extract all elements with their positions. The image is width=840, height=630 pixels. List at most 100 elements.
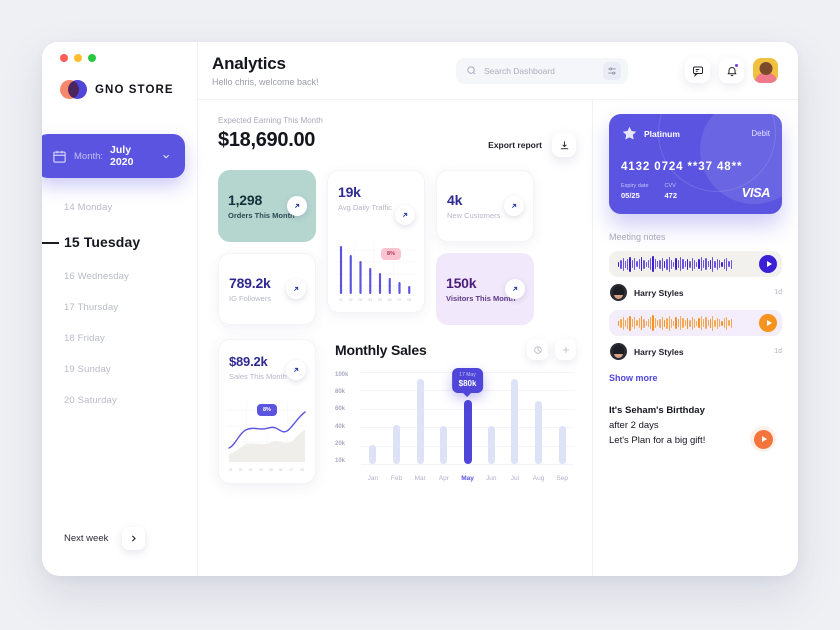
svg-text:08: 08 — [300, 468, 304, 472]
waveform-bar — [702, 319, 705, 327]
waveform[interactable] — [618, 256, 753, 272]
stat-card-followers[interactable]: 789.2k IG Followers — [218, 253, 316, 325]
waveform-bar — [657, 320, 659, 326]
show-more-link[interactable]: Show more — [609, 373, 782, 383]
svg-text:03: 03 — [249, 468, 253, 472]
waveform-bar — [707, 261, 709, 267]
traffic-badge: 8% — [381, 248, 401, 260]
waveform-bar — [696, 320, 698, 326]
stat-card-visitors[interactable]: 150k Visitors This Month — [436, 253, 534, 325]
waveform-bar — [654, 318, 657, 328]
sales-open-button[interactable] — [286, 360, 306, 380]
credit-card[interactable]: Platinum Debit 4132 0724 **37 48** Expir… — [609, 114, 782, 214]
bar-jun[interactable] — [487, 426, 495, 464]
user-avatar[interactable] — [753, 58, 778, 83]
sidebar-day-17[interactable]: 17 Thursday — [64, 292, 197, 323]
waveform-bar — [618, 320, 620, 326]
svg-text:07: 07 — [290, 468, 294, 472]
waveform-bar — [624, 319, 627, 327]
notifications-button[interactable] — [719, 58, 744, 83]
waveform-bar — [700, 316, 702, 330]
sidebar-day-14[interactable]: 14 Monday — [64, 192, 197, 223]
month-selector[interactable]: Month: July 2020 — [42, 134, 185, 178]
next-week[interactable]: Next week — [64, 527, 146, 550]
waveform-bar — [629, 256, 631, 272]
bar-slot — [527, 372, 551, 464]
bar-aug[interactable] — [535, 400, 543, 464]
svg-text:01: 01 — [229, 468, 233, 472]
play-button[interactable] — [759, 314, 777, 332]
monthly-sales-panel: Monthly Sales 10k 20k 40k 60k 80k 100k 1… — [329, 339, 576, 484]
maximize-window-dot[interactable] — [88, 54, 96, 62]
play-icon — [766, 261, 772, 267]
welcome-message: Hello chris, welcome back! — [212, 77, 319, 87]
bar-slot — [361, 372, 385, 464]
messages-button[interactable] — [685, 58, 710, 83]
bar-sep[interactable] — [558, 426, 566, 464]
search-filter-button[interactable] — [603, 61, 621, 80]
waveform-bar — [627, 258, 629, 270]
birthday-play-button[interactable] — [750, 426, 776, 452]
bar-apr[interactable] — [440, 426, 448, 464]
stats-column-1: 1,298 Orders This Month 789.2k IG Follow… — [218, 170, 316, 325]
sidebar-day-18[interactable]: 18 Friday — [64, 323, 197, 354]
waveform-bar — [719, 319, 721, 327]
meeting-notes-title: Meeting notes — [609, 232, 666, 242]
chevron-down-icon[interactable] — [161, 151, 171, 162]
waveform-bar — [620, 318, 622, 328]
top-bar-actions — [685, 58, 778, 83]
sidebar-day-15[interactable]: 15 Tuesday — [42, 223, 197, 261]
audio-player[interactable] — [609, 251, 782, 277]
sidebar-day-19[interactable]: 19 Sunday — [64, 354, 197, 385]
sidebar-day-20[interactable]: 20 Saturday — [64, 385, 197, 416]
search-input[interactable] — [484, 65, 596, 76]
play-button[interactable] — [759, 255, 777, 273]
card-header: Platinum Debit — [621, 125, 770, 142]
expiry-value: 05/25 — [621, 191, 640, 200]
note-time: 1d — [774, 289, 782, 296]
waveform-bar — [652, 256, 654, 272]
audio-player[interactable] — [609, 310, 782, 336]
export-group: Export report — [488, 133, 576, 157]
x-tick: Aug — [532, 475, 545, 482]
search-icon — [467, 66, 476, 75]
bar-jan[interactable] — [369, 444, 377, 464]
card-tier: Platinum — [644, 128, 680, 139]
minimize-window-dot[interactable] — [74, 54, 82, 62]
waveform-bar — [624, 260, 627, 268]
next-week-button[interactable] — [122, 527, 146, 550]
plot-area: 17 May $80k — [361, 368, 574, 465]
stat-open-button[interactable] — [286, 279, 306, 299]
waveform[interactable] — [618, 315, 753, 331]
search-box[interactable] — [456, 57, 628, 84]
bar-feb[interactable] — [393, 424, 400, 464]
bar-may[interactable]: 17 May $80k — [451, 368, 484, 464]
waveform-bar — [618, 261, 620, 267]
waveform-bar — [643, 259, 645, 269]
waveform-bar — [620, 259, 622, 269]
brand-name: GNO STORE — [95, 84, 174, 96]
stat-open-button[interactable] — [287, 196, 307, 216]
waveform-bar — [730, 318, 732, 328]
sales-badge: 8% — [257, 404, 277, 416]
stat-open-button[interactable] — [395, 205, 415, 225]
sales-card[interactable]: $89.2k Sales This Month 01 02 03 04 05 0… — [218, 339, 316, 484]
stat-card-customers[interactable]: 4k New Customers — [436, 170, 534, 242]
stat-card-orders[interactable]: 1,298 Orders This Month — [218, 170, 316, 242]
close-window-dot[interactable] — [60, 54, 68, 62]
stat-open-button[interactable] — [504, 196, 524, 216]
waveform-bar — [640, 316, 643, 330]
bar-jul[interactable] — [511, 379, 519, 464]
stat-card-traffic[interactable]: 19k Avg Daily Traffic 01 02 03 04 05 06 … — [327, 170, 425, 313]
svg-text:06: 06 — [388, 298, 392, 302]
export-report-button[interactable] — [552, 133, 576, 157]
bar-mar[interactable] — [416, 379, 424, 464]
add-widget-button[interactable] — [555, 339, 576, 360]
chart-type-button[interactable] — [527, 339, 548, 360]
note-author: Harry Styles — [634, 287, 684, 298]
sidebar-day-16[interactable]: 16 Wednesday — [64, 261, 197, 292]
waveform-bar — [631, 260, 634, 268]
export-report-label[interactable]: Export report — [488, 140, 542, 150]
waveform-bar — [677, 319, 680, 327]
stat-open-button[interactable] — [505, 279, 525, 299]
